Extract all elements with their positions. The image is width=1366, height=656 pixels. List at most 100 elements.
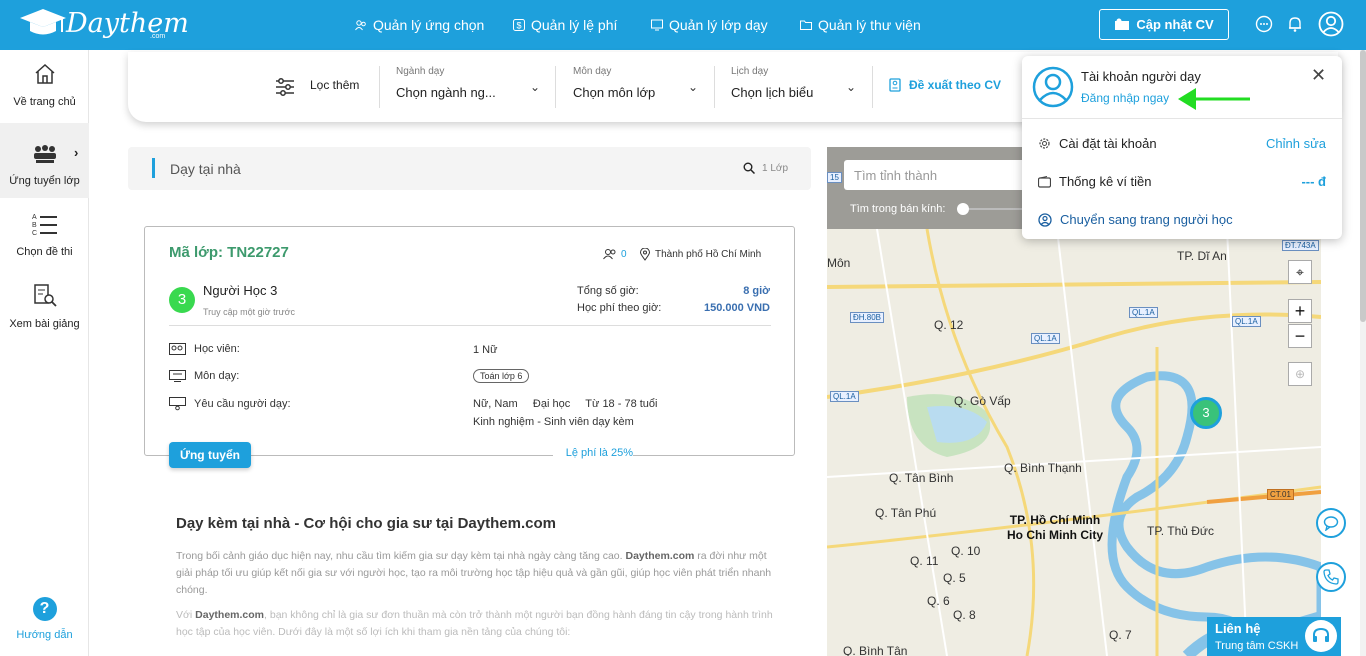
accent-bar [152, 158, 155, 178]
article-paragraph: Với Daythem.com, bạn không chỉ là gia sư… [176, 609, 773, 638]
map-label: TP. Dĩ An [1177, 249, 1227, 263]
phone-float-button[interactable] [1316, 562, 1346, 592]
road-badge: CT.01 [1267, 489, 1294, 500]
map-label: Q. 6 [927, 594, 950, 608]
nav-item-fees[interactable]: $ Quản lý lệ phí [513, 0, 617, 50]
student-card-icon [169, 343, 186, 355]
province-search-input[interactable]: Tìm tỉnh thành [844, 160, 1044, 190]
chat-float-button[interactable] [1316, 508, 1346, 538]
sidebar-item-label: Về trang chủ [13, 96, 76, 108]
nav-label: Quản lý thư viện [818, 17, 921, 33]
bell-icon[interactable] [1286, 15, 1304, 33]
nav-item-applications[interactable]: Quản lý ứng chọn [355, 0, 484, 50]
nav-item-library[interactable]: Quản lý thư viện [800, 0, 921, 50]
nav-label: Quản lý ứng chọn [373, 17, 485, 33]
dollar-icon: $ [513, 19, 525, 31]
locate-me-button[interactable]: ⌖ [1288, 260, 1312, 284]
contact-subtitle: Trung tâm CSKH [1215, 640, 1299, 652]
chevron-down-icon: ⌄ [530, 80, 541, 94]
map-label: Q. Bình Thạnh [1004, 461, 1082, 475]
svg-text:A: A [32, 214, 37, 221]
article-paragraph: Trong bối cảnh giáo dục hiện nay, nhu cầ… [176, 550, 772, 596]
road-badge: ĐT.743A [1282, 240, 1319, 251]
login-link[interactable]: Đăng nhập ngay [1081, 91, 1169, 105]
subject-select[interactable]: Môn dạy Chọn môn lớp [573, 66, 693, 100]
gear-icon [1039, 138, 1050, 149]
radius-slider-track[interactable] [969, 208, 1029, 210]
map-label: Q. Tân Bình [889, 471, 954, 485]
major-select[interactable]: Ngành dạy Chọn ngành ng... [396, 66, 536, 100]
total-hours-value: 8 giờ [743, 285, 770, 297]
listing-header: Dạy tại nhà 1 Lớp [128, 147, 811, 190]
list-icon: ABC [32, 214, 57, 236]
map-label: TP. Thủ Đức [1147, 524, 1214, 538]
road-badge: ĐH.80B [850, 312, 885, 323]
nav-item-classes[interactable]: Quản lý lớp dạy [651, 0, 768, 50]
radius-slider-handle[interactable] [957, 203, 969, 215]
chat-icon[interactable] [1255, 15, 1273, 33]
subject-row-label: Môn dạy: [169, 370, 239, 382]
wallet-stats-item[interactable]: Thống kê ví tiền [1038, 174, 1152, 189]
article: Dạy kèm tại nhà - Cơ hội cho gia sư tại … [176, 515, 776, 649]
map-label: Q. 11 [910, 554, 939, 568]
class-card[interactable]: Mã lớp: TN22727 0 Thành phố Hồ Chí Minh … [144, 226, 795, 468]
suggest-by-cv-button[interactable]: Đề xuất theo CV [889, 78, 1001, 92]
learner-avatar: 3 [169, 287, 195, 313]
brand-logo[interactable]: Daythem .com [18, 6, 189, 44]
sidebar-item-home[interactable]: Về trang chủ [0, 62, 89, 122]
hourly-fee-value: 150.000 VND [703, 302, 770, 314]
city-label: TP. Hồ Chí Minh Ho Chi Minh City [1007, 513, 1103, 542]
headset-icon [1305, 620, 1337, 652]
class-icon [651, 19, 663, 31]
learner-name: Người Học 3 [203, 283, 278, 298]
schedule-select[interactable]: Lịch dạy Chọn lịch biểu [731, 66, 851, 100]
divider [714, 66, 715, 108]
help-label: Hướng dẫn [16, 629, 73, 641]
filter-sliders-icon[interactable] [275, 77, 295, 97]
zoom-in-button[interactable]: + [1288, 299, 1312, 323]
requirements-row-experience: Kinh nghiệm - Sinh viên dạy kèm [473, 416, 634, 428]
sidebar-item-label: Chọn đề thi [16, 246, 73, 258]
map-cluster-marker[interactable]: 3 [1190, 397, 1222, 429]
graduation-cap-icon [20, 9, 66, 35]
scrollbar[interactable] [1360, 50, 1366, 656]
requirements-row-label: Yêu cầu người dạy: [169, 397, 291, 411]
students-row-value: 1 Nữ [473, 344, 498, 356]
wallet-icon [1038, 175, 1051, 188]
add-user-button[interactable]: ⊕ [1288, 362, 1312, 386]
more-filters-button[interactable]: Lọc thêm [310, 78, 359, 92]
close-icon[interactable]: ✕ [1311, 65, 1326, 86]
listing-title: Dạy tại nhà [170, 161, 241, 177]
sidebar-item-label: Ứng tuyển lớp [9, 175, 80, 187]
contact-support-widget[interactable]: Liên hệ Trung tâm CSKH [1207, 617, 1341, 656]
road-badge: QL.1A [1031, 333, 1060, 344]
map-label: Q. 7 [1109, 628, 1132, 642]
help-link[interactable]: ? Hướng dẫn [0, 597, 89, 641]
apply-button[interactable]: Ứng tuyển [169, 442, 251, 468]
contact-title: Liên hệ [1215, 621, 1261, 636]
update-cv-button[interactable]: Cập nhật CV [1099, 9, 1229, 40]
search-icon[interactable] [743, 162, 755, 174]
wallet-balance: --- đ [1301, 174, 1326, 189]
teacher-board-icon [169, 397, 186, 411]
listing-count: 1 Lớp [762, 163, 789, 174]
map-label: Q. 5 [943, 571, 966, 585]
account-settings-item[interactable]: Cài đặt tài khoản [1038, 136, 1157, 151]
nav-label: Quản lý lớp dạy [669, 17, 768, 33]
chat-bubble-icon [1323, 516, 1339, 531]
edit-link[interactable]: Chỉnh sửa [1266, 136, 1326, 151]
document-search-icon [33, 284, 57, 307]
switch-to-learner-item[interactable]: Chuyển sang trang người học [1038, 212, 1233, 227]
user-account-icon[interactable] [1318, 11, 1344, 37]
sidebar-item-apply-class[interactable]: Ứng tuyển lớp › [0, 123, 89, 198]
road-badge: QL.1A [1232, 316, 1261, 327]
sidebar-item-lectures[interactable]: Xem bài giảng [0, 284, 89, 344]
zoom-out-button[interactable]: − [1288, 324, 1312, 348]
subject-tag: Toán lớp 6 [473, 369, 530, 383]
scrollbar-thumb[interactable] [1360, 50, 1366, 322]
phone-icon [1323, 569, 1339, 585]
sidebar-item-exam[interactable]: ABC Chọn đề thi [0, 212, 89, 272]
class-code: Mã lớp: TN22727 [169, 244, 289, 261]
top-bar: Daythem .com Quản lý ứng chọn $ Quản lý … [0, 0, 1366, 50]
classroom-icon [33, 145, 56, 163]
